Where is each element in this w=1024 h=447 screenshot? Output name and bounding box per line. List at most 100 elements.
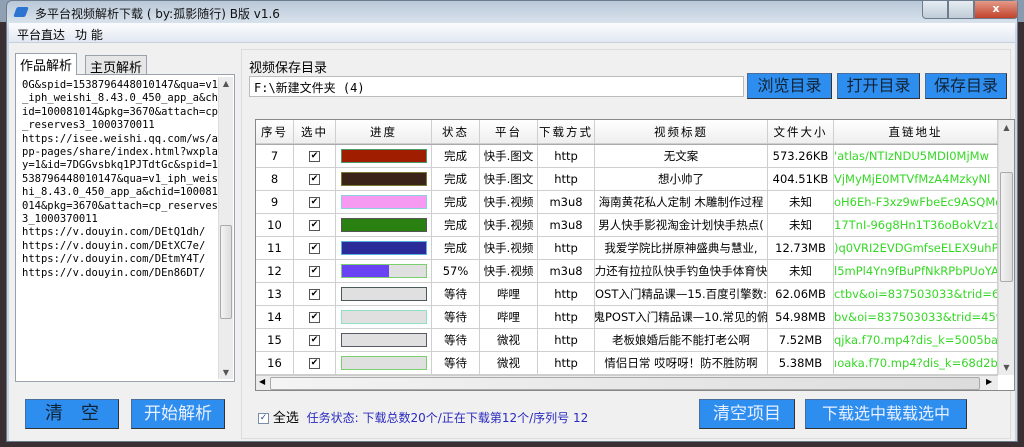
save-path-input[interactable]: F:\新建文件夹 (4) <box>249 76 744 97</box>
row-status: 57% <box>442 264 469 278</box>
column-header[interactable]: 直链地址 <box>834 120 998 144</box>
checkbox[interactable]: ✔ <box>309 311 320 323</box>
row-title: 想小帅了 <box>658 172 704 186</box>
row-platform: 哔哩 <box>497 310 520 324</box>
table-row[interactable]: 10 ✔ 完成 快手.视频 m3u8 男人快手影视淘金计划快手热点(未知 17TnI-96g… <box>256 214 998 237</box>
clear-items-button[interactable]: 清空项目 <box>699 399 795 429</box>
checkbox[interactable]: ✔ <box>309 196 320 208</box>
table-row[interactable]: 16 ✔ 等待 微视 http 情侣日常 哎呀呀！防不胜防啊 5.38MB ıoaka.f70… <box>256 352 998 375</box>
row-method-cell: http <box>538 306 595 329</box>
checkbox[interactable]: ✔ <box>309 265 320 277</box>
column-header[interactable]: 状态 <box>432 120 480 144</box>
clear-button[interactable]: 清 空 <box>25 399 119 429</box>
column-header[interactable]: 下载方式 <box>538 120 595 144</box>
table-row[interactable]: 8 ✔ 完成 快手.图文 http 想小帅了 404.51KB VjMyMjE0MTVfMzA… <box>256 168 998 191</box>
column-header[interactable]: 视频标题 <box>595 120 768 144</box>
row-method: m3u8 <box>549 264 583 278</box>
row-checkbox-cell[interactable]: ✔ <box>294 214 336 237</box>
checkbox[interactable]: ✔ <box>309 150 320 162</box>
url-input-panel: 0G&spid=1538796448010147&qua=v1_iph_weis… <box>15 74 235 382</box>
column-header[interactable]: 序号 <box>256 120 294 144</box>
column-header[interactable]: 平台 <box>480 120 538 144</box>
textarea-scrollbar[interactable]: ▲ ▼ <box>218 77 233 379</box>
column-header[interactable]: 选中 <box>294 120 336 144</box>
row-title-cell: 想小帅了 <box>595 168 768 191</box>
row-number-cell: 14 <box>256 306 294 329</box>
row-checkbox-cell[interactable]: ✔ <box>294 191 336 214</box>
progress-bar <box>340 356 427 370</box>
row-status-cell: 完成 <box>432 214 480 237</box>
checkbox[interactable]: ✔ <box>309 288 320 300</box>
menu-platform-direct[interactable]: 平台直达 <box>17 26 65 43</box>
menu-functions[interactable]: 功 能 <box>75 26 103 43</box>
open-dir-button[interactable]: 打开目录 <box>837 73 920 99</box>
row-title: 无文案 <box>663 149 699 163</box>
tab-work-parse[interactable]: 作品解析 <box>15 53 78 75</box>
row-number: 12 <box>267 264 282 278</box>
download-selected-button[interactable]: 下载选中载载选中 <box>805 399 967 429</box>
row-method: http <box>554 172 578 186</box>
row-checkbox-cell[interactable]: ✔ <box>294 306 336 329</box>
row-checkbox-cell[interactable]: ✔ <box>294 260 336 283</box>
row-checkbox-cell[interactable]: ✔ <box>294 237 336 260</box>
close-button[interactable]: x <box>974 1 1018 19</box>
table-row[interactable]: 13 ✔ 等待 哔哩 http OST入门精品课—15.百度引擎数: 62.06MB ctbv… <box>256 283 998 306</box>
table-row[interactable]: 7 ✔ 完成 快手.图文 http 无文案 573.26KB 'atlas/NTIzNDU5M… <box>256 145 998 168</box>
hscroll-thumb[interactable] <box>270 377 980 390</box>
download-table: 序号 选中 进度 状态 平台 下载方式 视频标题 文件大小 直链地址 7 ✔ 完成 快手.图文 http… <box>255 119 1015 391</box>
url-textarea[interactable]: 0G&spid=1538796448010147&qua=v1_iph_weis… <box>22 79 218 379</box>
minimize-button[interactable] <box>922 1 948 19</box>
row-platform: 哔哩 <box>497 287 520 301</box>
checkbox[interactable]: ✔ <box>309 357 320 369</box>
checkbox[interactable]: ✔ <box>309 242 320 254</box>
column-header[interactable]: 进度 <box>336 120 432 144</box>
row-checkbox-cell[interactable]: ✔ <box>294 168 336 191</box>
scroll-right-icon[interactable]: ▶ <box>986 377 992 386</box>
progress-bar <box>340 149 427 163</box>
table-vscrollbar[interactable]: ▲ ▼ <box>998 120 1014 375</box>
select-all-checkbox[interactable]: ✓ <box>258 413 269 424</box>
scroll-thumb[interactable] <box>220 225 232 319</box>
row-checkbox-cell[interactable]: ✔ <box>294 329 336 352</box>
column-header[interactable]: 文件大小 <box>768 120 834 144</box>
row-checkbox-cell[interactable]: ✔ <box>294 145 336 168</box>
row-status: 等待 <box>444 310 467 324</box>
select-all-label[interactable]: 全选 <box>273 411 299 426</box>
table-row[interactable]: 14 ✔ 等待 哔哩 http 鬼POST入门精品课—10.常见的俯 54.98MB bv&o… <box>256 306 998 329</box>
row-number-cell: 10 <box>256 214 294 237</box>
table-row[interactable]: 9 ✔ 完成 快手.视频 m3u8 海南黄花私人定制 木雕制作过程 未知 oH6Eh-F3xz… <box>256 191 998 214</box>
scroll-down-icon[interactable]: ▼ <box>999 363 1014 372</box>
row-status-cell: 57% <box>432 260 480 283</box>
table-hscrollbar[interactable]: ◀ ▶ <box>256 375 998 390</box>
row-checkbox-cell[interactable]: ✔ <box>294 352 336 375</box>
row-platform: 快手.图文 <box>483 149 534 163</box>
checkbox[interactable]: ✔ <box>309 334 320 346</box>
progress-bar-cell <box>336 191 432 214</box>
scroll-thumb[interactable] <box>1000 172 1013 282</box>
browse-dir-button[interactable]: 浏览目录 <box>747 73 832 99</box>
row-size: 12.73MB <box>775 241 826 255</box>
row-title-cell: 鬼POST入门精品课—10.常见的俯 <box>595 306 768 329</box>
row-number: 7 <box>270 149 279 163</box>
checkbox[interactable]: ✔ <box>309 219 320 231</box>
progress-bar-cell <box>336 214 432 237</box>
scroll-up-icon[interactable]: ▲ <box>219 79 233 88</box>
row-url: )q0VRI2EVDGmfseELEX9uhP <box>834 241 998 255</box>
row-status-cell: 等待 <box>432 306 480 329</box>
tab-homepage-parse[interactable]: 主页解析 <box>85 55 148 76</box>
row-checkbox-cell[interactable]: ✔ <box>294 283 336 306</box>
table-row[interactable]: 15 ✔ 等待 微视 http 老板娘婚后能不能打老公啊 7.52MB qjka.f70.mp… <box>256 329 998 352</box>
row-method-cell: http <box>538 237 595 260</box>
row-size: 未知 <box>789 264 812 278</box>
checkbox[interactable]: ✔ <box>309 173 320 185</box>
maximize-button[interactable] <box>948 1 974 19</box>
row-url-cell: 'atlas/NTIzNDU5MDI0MjMw <box>834 145 998 168</box>
table-row[interactable]: 12 ✔ 57% 快手.视频 m3u8 力还有拉拉队快手钓鱼快手体育快 未知 l5mPl4Yn… <box>256 260 998 283</box>
row-status-cell: 等待 <box>432 329 480 352</box>
save-dir-button[interactable]: 保存目录 <box>925 73 1007 99</box>
scroll-left-icon[interactable]: ◀ <box>259 377 265 386</box>
scroll-down-icon[interactable]: ▼ <box>219 368 233 377</box>
start-parse-button[interactable]: 开始解析 <box>131 399 225 429</box>
table-row[interactable]: 11 ✔ 完成 快手.视频 http 我爱学院比拼原神盛典与慧业, 12.73MB)q0VR… <box>256 237 998 260</box>
scroll-up-icon[interactable]: ▲ <box>999 123 1014 132</box>
